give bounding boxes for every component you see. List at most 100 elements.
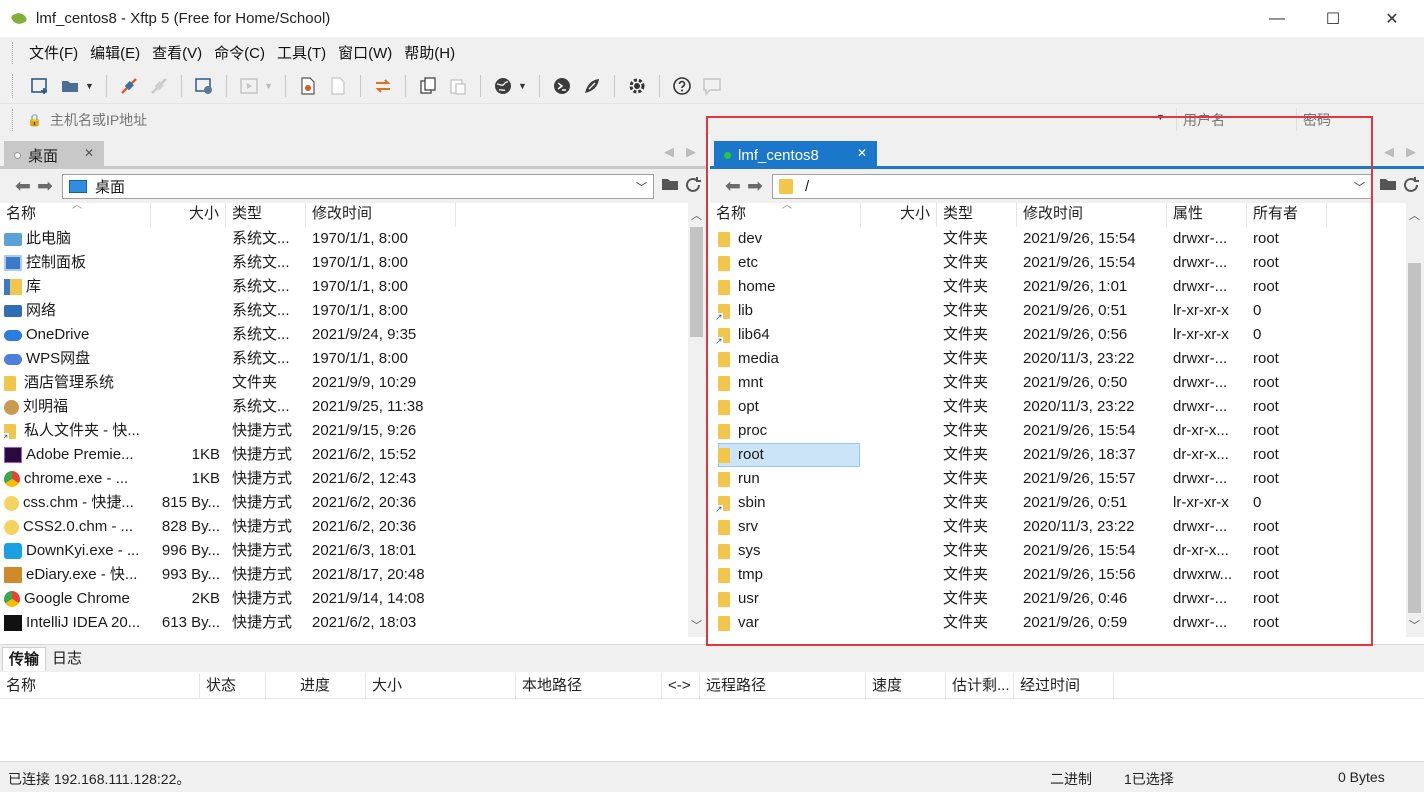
transfer-list[interactable] <box>0 699 1424 761</box>
menu-file[interactable]: 文件(F) <box>23 42 84 63</box>
globe-icon[interactable] <box>490 73 516 99</box>
file-name-cell[interactable]: 库 <box>4 275 148 299</box>
table-row[interactable]: media 文件夹 2020/11/3, 23:22 drwxr-... root <box>710 347 1406 371</box>
table-row[interactable]: Adobe Premie... 1KB 快捷方式 2021/6/2, 15:52 <box>0 443 688 467</box>
back-arrow-icon[interactable]: ⬅ <box>12 175 34 198</box>
tab-prev-icon[interactable]: ◀ <box>1384 144 1394 160</box>
host-dropdown-icon[interactable]: ▼ <box>1156 112 1165 122</box>
table-row[interactable]: opt 文件夹 2020/11/3, 23:22 drwxr-... root <box>710 395 1406 419</box>
local-scrollbar[interactable]: ︿ ﹀ <box>688 203 705 637</box>
disconnect-icon[interactable] <box>146 73 172 99</box>
chevron-down-icon[interactable]: ﹀ <box>636 179 647 195</box>
file-name-cell[interactable]: chrome.exe - ... <box>4 467 148 491</box>
table-row[interactable]: 此电脑 系统文... 1970/1/1, 8:00 <box>0 227 688 251</box>
file-name-cell[interactable]: 此电脑 <box>4 227 148 251</box>
password-input[interactable] <box>1296 108 1424 131</box>
col-name[interactable]: 名称 <box>0 673 200 699</box>
chat-icon[interactable] <box>699 73 725 99</box>
table-row[interactable]: 库 系统文... 1970/1/1, 8:00 <box>0 275 688 299</box>
local-scroll-thumb[interactable] <box>690 227 703 337</box>
forward-arrow-icon[interactable]: ➡ <box>744 175 766 198</box>
scroll-down-icon[interactable]: ﹀ <box>1406 617 1423 633</box>
file-name-cell[interactable]: dev <box>714 227 860 251</box>
table-row[interactable]: DownKyi.exe - ... 996 By... 快捷方式 2021/6/3, … <box>0 539 688 563</box>
file-name-cell[interactable]: root <box>714 443 860 467</box>
file-name-cell[interactable]: usr <box>714 587 860 611</box>
xmanager-icon[interactable] <box>579 73 605 99</box>
file-name-cell[interactable]: WPS网盘 <box>4 347 148 371</box>
local-path-field[interactable]: 桌面 ﹀ <box>62 174 654 199</box>
table-row[interactable]: sys 文件夹 2021/9/26, 15:54 dr-xr-x... root <box>710 539 1406 563</box>
table-row[interactable]: lib64 文件夹 2021/9/26, 0:56 lr-xr-xr-x 0 <box>710 323 1406 347</box>
col-owner[interactable]: 所有者 <box>1247 203 1327 227</box>
col-local-path[interactable]: 本地路径 <box>516 673 662 699</box>
file-name-cell[interactable]: Adobe Premie... <box>4 443 148 467</box>
col-type[interactable]: 类型 <box>937 203 1017 227</box>
table-row[interactable]: 私人文件夹 - 快... 快捷方式 2021/9/15, 9:26 <box>0 419 688 443</box>
col-remote-path[interactable]: 远程路径 <box>700 673 866 699</box>
table-row[interactable]: chrome.exe - ... 1KB 快捷方式 2021/6/2, 12:43 <box>0 467 688 491</box>
table-row[interactable]: 酒店管理系统 文件夹 2021/9/9, 10:29 <box>0 371 688 395</box>
tab-log[interactable]: 日志 <box>46 647 88 671</box>
menu-edit[interactable]: 编辑(E) <box>84 42 146 63</box>
scroll-up-icon[interactable]: ︿ <box>1406 207 1423 223</box>
file-name-cell[interactable]: etc <box>714 251 860 275</box>
table-row[interactable]: 控制面板 系统文... 1970/1/1, 8:00 <box>0 251 688 275</box>
refresh-icon[interactable] <box>1401 176 1421 196</box>
menu-view[interactable]: 查看(V) <box>146 42 208 63</box>
table-row[interactable]: tmp 文件夹 2021/9/26, 15:56 drwxrw... root <box>710 563 1406 587</box>
col-size[interactable]: 大小 <box>151 203 226 227</box>
forward-arrow-icon[interactable]: ➡ <box>34 175 56 198</box>
table-row[interactable]: 刘明福 系统文... 2021/9/25, 11:38 <box>0 395 688 419</box>
table-row[interactable]: IntelliJ IDEA 20... 613 By... 快捷方式 2021/6/2… <box>0 611 688 635</box>
col-progress[interactable]: 进度 <box>266 673 366 699</box>
tab-next-icon[interactable]: ▶ <box>1406 144 1416 160</box>
file-name-cell[interactable]: 酒店管理系统 <box>4 371 148 395</box>
table-row[interactable]: sbin 文件夹 2021/9/26, 0:51 lr-xr-xr-x 0 <box>710 491 1406 515</box>
open-folder-icon[interactable] <box>660 176 680 196</box>
file-name-cell[interactable]: lib <box>714 299 860 323</box>
file-name-cell[interactable]: 私人文件夹 - 快... <box>4 419 148 443</box>
table-row[interactable]: OneDrive 系统文... 2021/9/24, 9:35 <box>0 323 688 347</box>
col-speed[interactable]: 速度 <box>866 673 946 699</box>
menu-window[interactable]: 窗口(W) <box>332 42 398 63</box>
file-name-cell[interactable]: 网络 <box>4 299 148 323</box>
col-status[interactable]: 状态 <box>200 673 266 699</box>
scroll-down-icon[interactable]: ﹀ <box>688 617 705 633</box>
remote-scrollbar[interactable]: ︿ ﹀ <box>1406 203 1423 637</box>
col-size[interactable]: 大小 <box>861 203 937 227</box>
file-name-cell[interactable]: CSS2.0.chm - ... <box>4 515 148 539</box>
table-row[interactable]: dev 文件夹 2021/9/26, 15:54 drwxr-... root <box>710 227 1406 251</box>
col-elapsed[interactable]: 经过时间 <box>1014 673 1114 699</box>
file-name-cell[interactable]: 控制面板 <box>4 251 148 275</box>
refresh-icon[interactable] <box>683 176 703 196</box>
table-row[interactable]: home 文件夹 2021/9/26, 1:01 drwxr-... root <box>710 275 1406 299</box>
chevron-down-icon[interactable]: ﹀ <box>1354 179 1365 195</box>
menu-tools[interactable]: 工具(T) <box>271 42 332 63</box>
table-row[interactable]: usr 文件夹 2021/9/26, 0:46 drwxr-... root <box>710 587 1406 611</box>
file-name-cell[interactable]: OneDrive <box>4 323 148 347</box>
close-tab-icon[interactable]: ✕ <box>84 146 94 160</box>
sync-arrows-icon[interactable] <box>370 73 396 99</box>
table-row[interactable]: lib 文件夹 2021/9/26, 0:51 lr-xr-xr-x 0 <box>710 299 1406 323</box>
file-name-cell[interactable]: IntelliJ IDEA 20... <box>4 611 148 635</box>
table-row[interactable]: proc 文件夹 2021/9/26, 15:54 dr-xr-x... root <box>710 419 1406 443</box>
remote-scroll-thumb[interactable] <box>1408 263 1421 613</box>
col-type[interactable]: 类型 <box>226 203 306 227</box>
globe-dropdown-icon[interactable]: ▼ <box>518 81 528 91</box>
maximize-button[interactable]: ☐ <box>1306 0 1360 37</box>
col-modified[interactable]: 修改时间 <box>306 203 456 227</box>
file-name-cell[interactable]: home <box>714 275 860 299</box>
menu-command[interactable]: 命令(C) <box>208 42 271 63</box>
session-properties-icon[interactable] <box>191 73 217 99</box>
file-name-cell[interactable]: Google Chrome <box>4 587 148 611</box>
minimize-button[interactable]: — <box>1250 0 1304 37</box>
table-row[interactable]: srv 文件夹 2020/11/3, 23:22 drwxr-... root <box>710 515 1406 539</box>
file-name-cell[interactable]: run <box>714 467 860 491</box>
file-name-cell[interactable]: media <box>714 347 860 371</box>
paste-icon[interactable] <box>445 73 471 99</box>
table-row[interactable]: mnt 文件夹 2021/9/26, 0:50 drwxr-... root <box>710 371 1406 395</box>
file-name-cell[interactable]: eDiary.exe - 快... <box>4 563 148 587</box>
help-icon[interactable] <box>669 73 695 99</box>
open-dropdown-icon[interactable]: ▼ <box>85 81 95 91</box>
